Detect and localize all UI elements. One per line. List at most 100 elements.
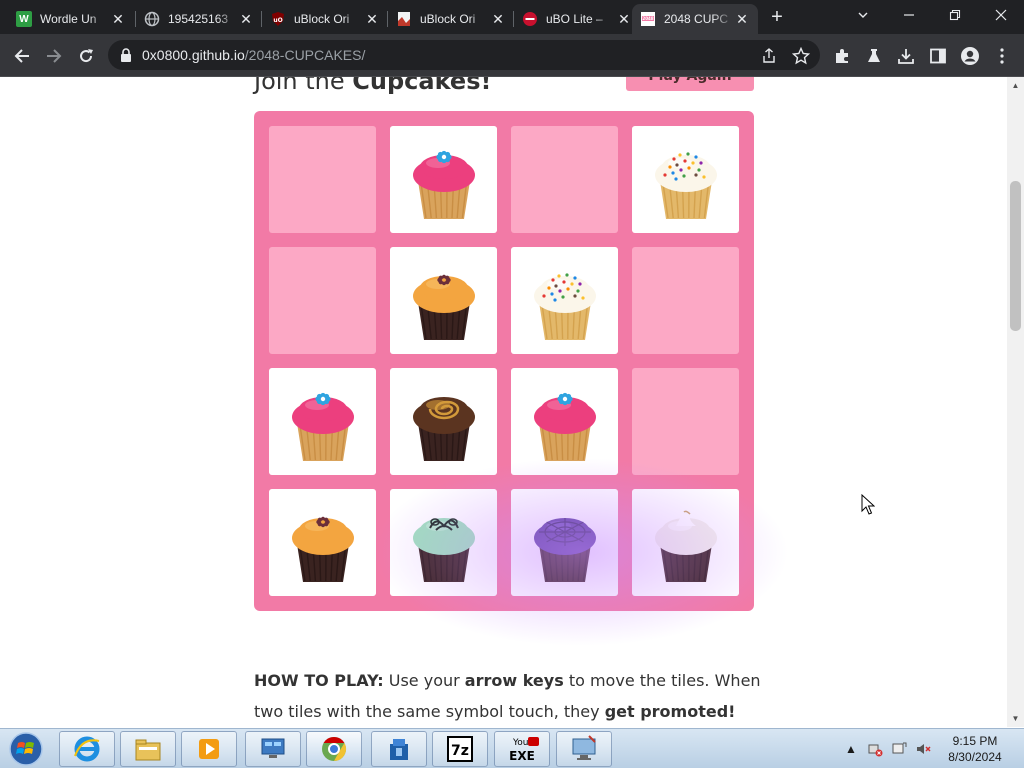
heading-prefix: Join the xyxy=(254,77,345,95)
lab-flask-icon[interactable] xyxy=(864,46,884,66)
cupcake-tile xyxy=(390,368,497,475)
close-tab-icon[interactable]: ✕ xyxy=(238,11,254,27)
action-center-icon[interactable] xyxy=(890,735,908,763)
share-icon[interactable] xyxy=(760,47,778,65)
forward-arrow-icon xyxy=(47,49,62,63)
taskbar-youtube-exe[interactable]: You EXE xyxy=(494,731,550,767)
svg-text:You: You xyxy=(512,738,529,748)
show-hidden-icons-button[interactable]: ▲ xyxy=(844,735,858,763)
tab-wordle[interactable]: W Wordle Un ✕ xyxy=(8,4,134,34)
download-icon[interactable] xyxy=(896,46,916,66)
cupcake-favicon-icon: 2048 xyxy=(640,11,656,27)
remote-desktop-icon xyxy=(261,738,285,758)
close-tab-icon[interactable]: ✕ xyxy=(734,11,750,27)
close-tab-icon[interactable]: ✕ xyxy=(110,11,126,27)
tab-195425163[interactable]: 195425163 ✕ xyxy=(136,4,262,34)
address-bar[interactable]: 0x0800.github.io/2048-CUPCAKES/ xyxy=(108,40,820,70)
tab-strip: W Wordle Un ✕ 195425163 ✕ uO uBlock Ori … xyxy=(0,0,1024,34)
close-tab-icon[interactable]: ✕ xyxy=(490,11,506,27)
back-arrow-icon xyxy=(14,49,29,63)
taskbar-remote-desktop[interactable] xyxy=(245,731,301,767)
pink-frosting-cupcake-icon xyxy=(412,150,475,219)
orange-chocolate-cupcake-icon xyxy=(291,516,354,582)
scroll-down-arrow-icon[interactable]: ▼ xyxy=(1007,710,1024,727)
mouse-cursor-icon xyxy=(861,493,876,521)
network-error-icon[interactable] xyxy=(866,735,884,763)
mint-chocolate-cupcake-icon xyxy=(412,517,475,582)
globe-icon xyxy=(144,11,160,27)
pink-frosting-cupcake-icon xyxy=(533,392,596,461)
heading-strong: Cupcakes! xyxy=(352,77,492,95)
tab-title: uBlock Ori xyxy=(420,12,476,26)
new-tab-button[interactable]: + xyxy=(766,6,788,28)
internet-explorer-icon xyxy=(74,736,100,762)
close-window-button[interactable] xyxy=(978,0,1024,30)
lock-icon[interactable] xyxy=(120,48,132,67)
cupcake-tile xyxy=(269,368,376,475)
sprinkle-vanilla-cupcake-icon xyxy=(654,151,717,219)
taskbar-7zip[interactable]: 7z xyxy=(432,731,488,767)
grid-cell xyxy=(632,247,739,354)
tab-title: uBlock Ori xyxy=(294,12,350,26)
tab-ubo-lite[interactable]: uBO Lite – ✕ xyxy=(514,4,640,34)
system-clock[interactable]: 9:15 PM 8/30/2024 xyxy=(940,733,1010,765)
file-explorer-icon xyxy=(135,739,161,761)
scroll-up-arrow-icon[interactable]: ▲ xyxy=(1007,77,1024,94)
tab-ublock-origin[interactable]: uO uBlock Ori ✕ xyxy=(262,4,388,34)
orange-chocolate-cupcake-icon xyxy=(412,274,475,340)
howto-bold-arrow-keys: arrow keys xyxy=(464,671,564,690)
windows-taskbar: 7z You EXE ▲ 9:15 PM 8/30/2024 xyxy=(0,728,1024,768)
cupcake-tile xyxy=(511,247,618,354)
howto-bold-get-promoted: get promoted! xyxy=(604,702,736,721)
menu-kebab-icon[interactable] xyxy=(992,46,1012,66)
svg-text:7z: 7z xyxy=(451,743,469,759)
back-button[interactable] xyxy=(8,42,36,70)
wordle-w-icon: W xyxy=(16,11,32,27)
url-host: 0x0800.github.io xyxy=(142,47,245,63)
page-heading: Join the Cupcakes! xyxy=(254,77,491,95)
taskbar-file-explorer[interactable] xyxy=(120,731,176,767)
tab-search-button[interactable] xyxy=(840,0,886,30)
close-tab-icon[interactable]: ✕ xyxy=(364,11,380,27)
play-again-button[interactable]: Play Again xyxy=(626,77,754,91)
taskbar-internet-explorer[interactable] xyxy=(59,731,115,767)
windows-start-orb-icon xyxy=(9,732,43,766)
clock-date: 8/30/2024 xyxy=(948,750,1002,764)
minimize-button[interactable] xyxy=(886,0,932,30)
restore-button[interactable] xyxy=(932,0,978,30)
extensions-icon[interactable] xyxy=(832,46,852,66)
reload-icon xyxy=(80,49,93,63)
tab-ublock-origin-2[interactable]: uBlock Ori ✕ xyxy=(388,4,514,34)
computer-icon xyxy=(572,735,596,760)
tab-title: Wordle Un xyxy=(40,12,97,26)
taskbar-computer[interactable] xyxy=(556,731,612,767)
tab-title: 2048 CUPC xyxy=(664,12,729,26)
taskbar-media-player[interactable] xyxy=(181,731,237,767)
profile-avatar-icon[interactable] xyxy=(960,46,980,66)
cupcake-tile xyxy=(511,368,618,475)
taskbar-chrome[interactable] xyxy=(306,731,362,767)
scroll-thumb[interactable] xyxy=(1010,181,1021,331)
forward-button[interactable] xyxy=(40,42,68,70)
url-path: /2048-CUPCAKES/ xyxy=(244,47,366,63)
github-doc-icon xyxy=(396,11,412,27)
close-tab-icon[interactable]: ✕ xyxy=(616,11,632,27)
tab-2048-cupcakes[interactable]: 2048 2048 CUPC ✕ xyxy=(632,4,758,34)
volume-muted-icon[interactable] xyxy=(914,735,932,763)
bookmark-star-icon[interactable] xyxy=(791,46,811,65)
cupcake-tile xyxy=(390,489,497,596)
reload-button[interactable] xyxy=(72,42,100,70)
grid-cell xyxy=(269,247,376,354)
7zip-icon: 7z xyxy=(447,736,473,762)
vertical-scrollbar[interactable]: ▲ ▼ xyxy=(1007,77,1024,727)
cupcake-tile xyxy=(390,126,497,233)
start-button[interactable] xyxy=(4,731,48,767)
side-panel-icon[interactable] xyxy=(928,46,948,66)
white-meringue-cupcake-icon xyxy=(654,510,717,582)
svg-text:EXE: EXE xyxy=(509,749,535,763)
dropbox-icon xyxy=(390,739,408,760)
clock-time: 9:15 PM xyxy=(952,734,998,748)
taskbar-dropbox[interactable] xyxy=(371,731,427,767)
chocolate-swirl-cupcake-icon xyxy=(412,396,475,461)
game-board xyxy=(254,111,754,611)
